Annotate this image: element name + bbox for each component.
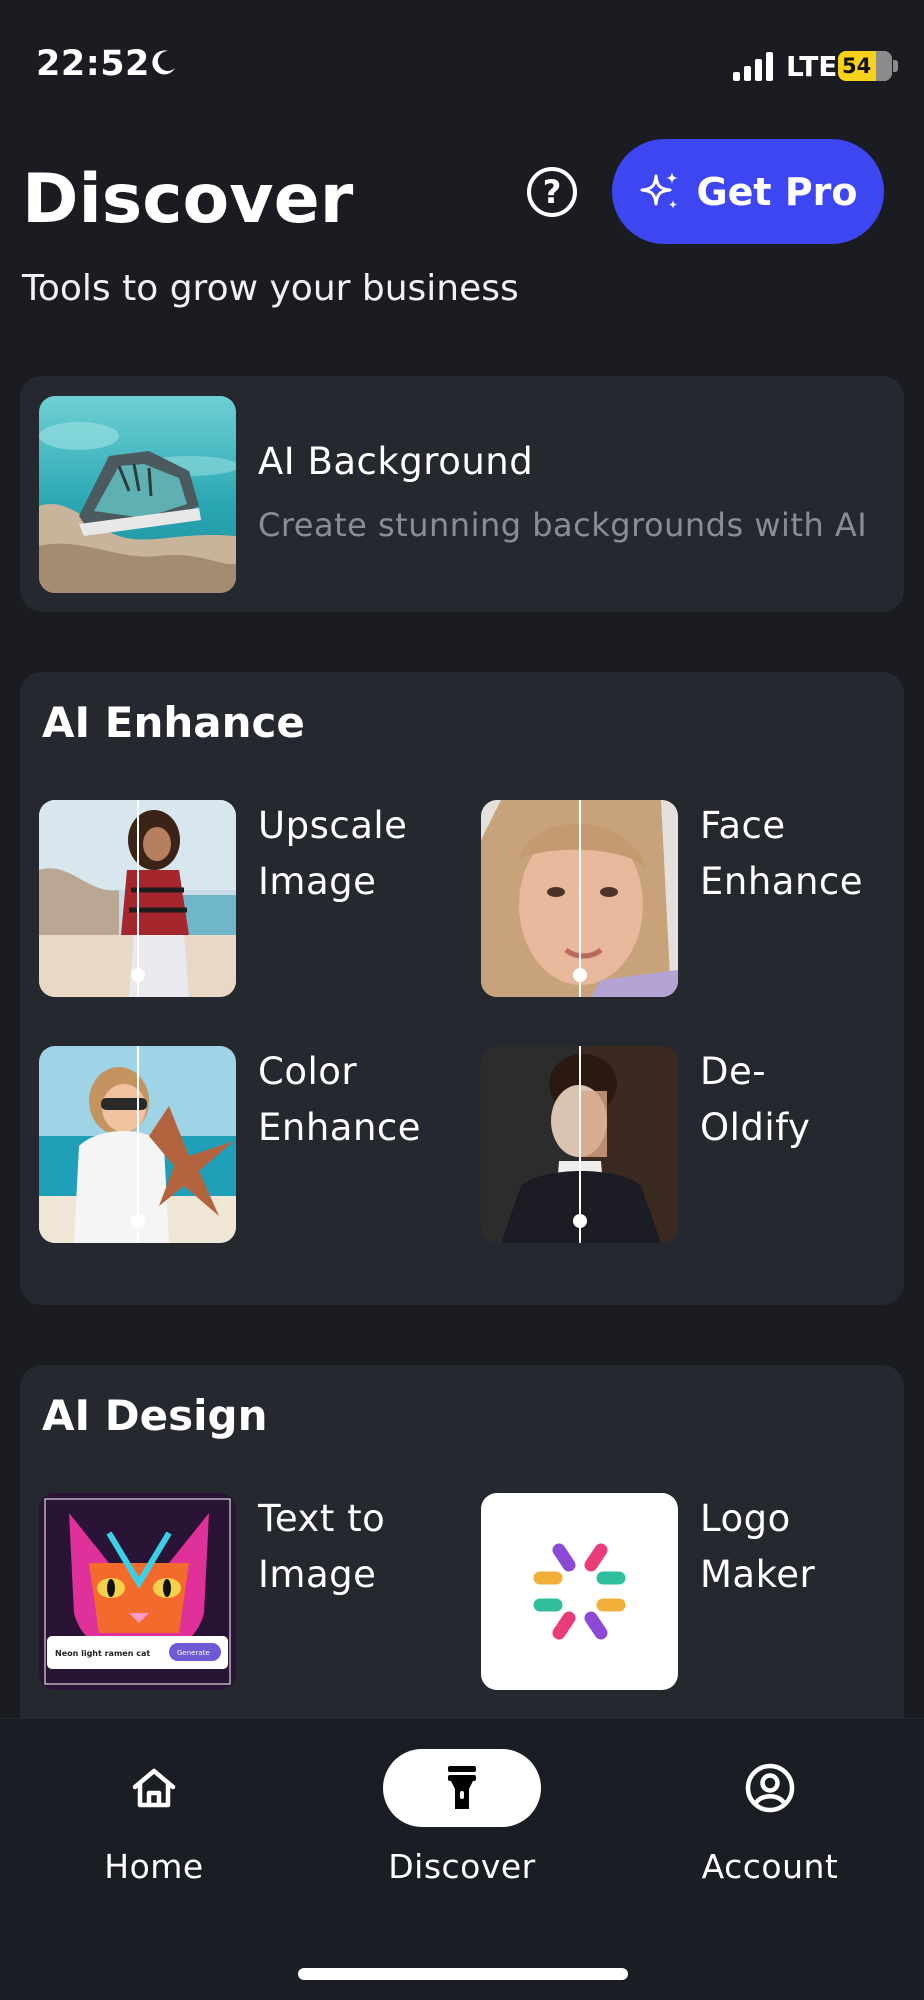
network-label: LTE [786, 50, 838, 83]
get-pro-button[interactable]: Get Pro [612, 139, 884, 244]
ai-background-thumbnail [39, 396, 236, 593]
home-indicator [298, 1968, 628, 1980]
face-enhance-label: Face Enhance [700, 804, 864, 903]
signal-icon [733, 52, 773, 81]
color-enhance-thumbnail [39, 1046, 236, 1243]
ai-enhance-title: AI Enhance [42, 698, 305, 747]
page-subtitle: Tools to grow your business [22, 268, 519, 309]
ai-background-card[interactable]: AI Background Create stunning background… [20, 376, 904, 612]
sparkles-icon [640, 171, 679, 209]
nav-discover[interactable]: Discover [352, 1719, 572, 1919]
help-icon[interactable]: ? [527, 167, 577, 217]
bottom-nav: Home Discover Account [0, 1718, 924, 2000]
status-bar: 22:52 LTE 54 [0, 0, 924, 120]
home-icon [132, 1768, 176, 1808]
nav-home-label: Home [104, 1847, 204, 1886]
color-enhance-label: Color Enhance [258, 1050, 422, 1149]
status-time: 22:52 [36, 44, 150, 84]
de-oldify-thumbnail [481, 1046, 678, 1243]
ai-background-description: Create stunning backgrounds with AI [258, 506, 868, 544]
account-icon [745, 1763, 795, 1813]
upscale-image-label: Upscale Image [258, 804, 408, 903]
moon-icon [152, 50, 175, 75]
logo-maker-icon [533, 1543, 626, 1640]
ai-design-title: AI Design [42, 1391, 268, 1440]
de-oldify-label: De- Oldify [700, 1050, 811, 1149]
ai-background-title: AI Background [258, 440, 534, 483]
nav-home[interactable]: Home [44, 1719, 264, 1919]
page-title: Discover [22, 160, 354, 239]
logo-maker-thumbnail [481, 1493, 678, 1690]
battery-icon: 54 [838, 51, 892, 81]
nav-account[interactable]: Account [660, 1719, 880, 1919]
text-to-image-label: Text to Image [258, 1497, 386, 1596]
prompt-text: Neon light ramen cat [55, 1649, 150, 1658]
nav-account-label: Account [701, 1847, 839, 1886]
get-pro-label: Get Pro [696, 169, 858, 214]
ai-design-card: AI Design Neon light ramen cat Generate … [20, 1365, 904, 1765]
nav-discover-label: Discover [388, 1847, 536, 1886]
battery-level: 54 [842, 54, 872, 78]
face-enhance-thumbnail [481, 800, 678, 997]
generate-text: Generate [177, 1649, 210, 1657]
flashlight-icon [448, 1766, 476, 1809]
logo-maker-label: Logo Maker [700, 1497, 816, 1596]
ai-enhance-card: AI Enhance Upscale Image Face Enhance Co… [20, 672, 904, 1305]
upscale-image-thumbnail [39, 800, 236, 997]
text-to-image-thumbnail: Neon light ramen cat Generate [39, 1493, 236, 1690]
